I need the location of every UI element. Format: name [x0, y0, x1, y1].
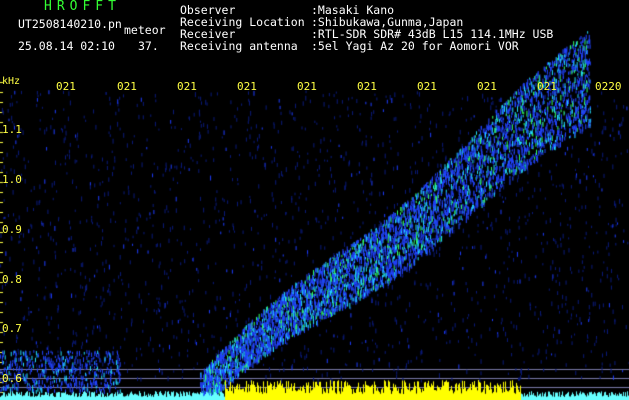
- mode-label: meteor: [124, 23, 166, 37]
- x-tick-label: 021: [357, 80, 377, 93]
- x-tick-label: 021: [177, 80, 197, 93]
- y-tick-label: 0.7: [2, 322, 22, 335]
- hrofft-window: HROFFT UT2508140210.pn meteor 25.08.14 0…: [0, 0, 629, 400]
- x-tick-label: 021: [477, 80, 497, 93]
- datetime-label: 25.08.14 02:10: [18, 39, 115, 53]
- x-tick-label: 021: [537, 80, 557, 93]
- y-tick-label: 0.6: [2, 372, 22, 385]
- file-name: UT2508140210.pn: [18, 17, 122, 31]
- spectrogram-canvas: [0, 0, 629, 400]
- info-labels: Observer Receiving Location Receiver Rec…: [180, 4, 305, 52]
- info-label-antenna: Receiving antenna: [180, 39, 298, 53]
- y-tick-label: 0.8: [2, 273, 22, 286]
- y-tick-label: 1.1: [2, 123, 22, 136]
- y-tick-label: 1.0: [2, 173, 22, 186]
- x-tick-label: 021: [297, 80, 317, 93]
- count-label: 37.: [138, 39, 159, 53]
- x-tick-label: 021: [56, 80, 76, 93]
- info-value-antenna: :5el Yagi Az 20 for Aomori VOR: [311, 39, 519, 53]
- info-values: :Masaki Kano :Shibukawa,Gunma,Japan :RTL…: [311, 4, 553, 52]
- y-tick-label: 0.9: [2, 223, 22, 236]
- app-title: HROFFT: [44, 0, 121, 14]
- x-tick-label: 021: [417, 80, 437, 93]
- x-tick-label: 021: [237, 80, 257, 93]
- x-tick-label: 0220: [595, 80, 622, 93]
- unit-label: kHz: [2, 76, 21, 87]
- x-tick-label: 021: [117, 80, 137, 93]
